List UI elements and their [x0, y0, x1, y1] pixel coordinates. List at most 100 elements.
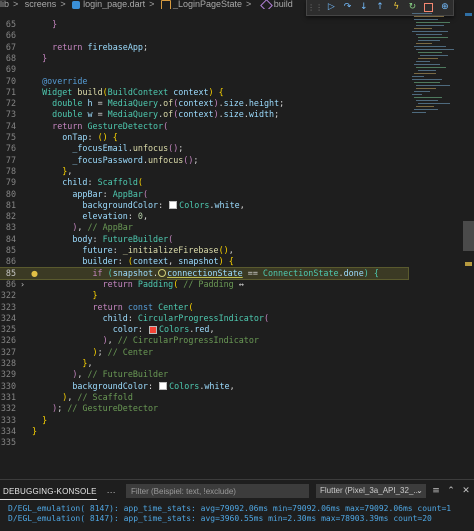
code-line: 82 elevation: 0, — [0, 211, 408, 222]
color-swatch-white[interactable] — [159, 382, 168, 391]
code-line: 80 appBar: AppBar( — [0, 189, 408, 200]
code-line: 65 } — [0, 19, 408, 30]
code-text: child: Scaffold( — [62, 177, 143, 188]
code-text: backgroundColor: Colors.white, — [72, 380, 235, 391]
minimap-line — [416, 34, 442, 35]
code-line: 78 }, — [0, 166, 408, 177]
minimap-line — [414, 97, 442, 98]
breadcrumb-lib[interactable]: lib — [0, 0, 9, 9]
code-text: ); // GestureDetector — [52, 403, 159, 414]
line-number: 66 — [5, 30, 16, 41]
debug-console-panel: DEBUGGING-KONSOLE ··· Flutter (Pixel_3a_… — [0, 479, 474, 531]
minimap-line — [414, 73, 436, 74]
class-icon — [160, 0, 171, 9]
maximize-panel-icon[interactable]: ⌃ — [445, 484, 457, 498]
code-text: ), // FutureBuilder — [72, 369, 169, 380]
code-line: 325 color: Colors.red, — [0, 324, 408, 335]
code-line: 335 — [0, 437, 408, 448]
code-text: color: Colors.red, — [112, 324, 215, 335]
color-swatch-red[interactable] — [149, 325, 157, 334]
code-line: 324 child: CircularProgressIndicator( — [0, 313, 408, 324]
scrollbar-thumb[interactable] — [463, 221, 474, 251]
code-line: 327 ); // Center — [0, 347, 408, 358]
minimap-line — [414, 16, 444, 17]
code-line: 77 _focusPassword.unfocus(); — [0, 155, 408, 166]
breadcrumb-separator: > — [246, 0, 252, 9]
code-text: double h = MediaQuery.of(context).size.h… — [52, 98, 285, 109]
line-number: 83 — [5, 222, 16, 233]
line-number: 334 — [0, 425, 16, 436]
code-text: @override — [42, 75, 88, 86]
minimap-line — [414, 82, 440, 83]
console-line: D/EGL_emulation( 8147): app_time_stats: … — [8, 514, 432, 523]
line-number: 332 — [0, 403, 16, 414]
line-number: 76 — [5, 143, 16, 154]
editor-scrollbar[interactable] — [463, 9, 474, 479]
code-text: }, — [82, 358, 93, 368]
line-number: 69 — [5, 64, 16, 75]
minimap-line — [414, 109, 438, 110]
code-text: _focusEmail.unfocus(); — [72, 143, 184, 154]
code-text: if (snapshot. connectionState == Connecti… — [92, 267, 379, 278]
minimap-line — [418, 40, 440, 41]
color-swatch-white[interactable] — [169, 201, 178, 210]
line-number: 329 — [0, 369, 16, 380]
line-number: 72 — [5, 98, 16, 109]
minimap-line — [416, 100, 438, 101]
code-line: 329 ), // FutureBuilder — [0, 369, 408, 380]
minimap-line — [418, 37, 448, 38]
console-filter-input[interactable] — [126, 484, 309, 498]
minimap-line — [414, 19, 438, 20]
code-line: 330 backgroundColor: Colors.white, — [0, 381, 408, 392]
line-number: 324 — [0, 312, 16, 323]
minimap-line — [418, 58, 438, 59]
line-number: 326 — [0, 335, 16, 346]
minimap[interactable] — [408, 9, 460, 479]
breadcrumb-screens[interactable]: screens — [25, 0, 57, 9]
breadcrumb-method[interactable]: build — [274, 0, 293, 9]
minimap-line — [416, 61, 430, 62]
clear-console-icon[interactable]: ≡ — [430, 484, 442, 498]
tab-debug-console[interactable]: DEBUGGING-KONSOLE — [0, 485, 97, 500]
minimap-line — [416, 88, 436, 89]
line-number: 335 — [0, 437, 16, 448]
code-editor[interactable]: 65 } 66 67 return firebaseApp; 68 } 69 7… — [0, 9, 409, 479]
line-number: 65 — [5, 19, 16, 29]
more-tabs-icon[interactable]: ··· — [107, 487, 116, 497]
code-line: 68 } — [0, 53, 408, 64]
breadcrumb-file[interactable]: login_page.dart — [83, 0, 145, 9]
close-panel-icon[interactable]: ✕ — [460, 484, 472, 498]
minimap-line — [418, 52, 442, 53]
code-line: 86 builder: (context, snapshot) { — [0, 256, 408, 267]
line-number: 85 — [5, 245, 16, 255]
code-line: 332 ); // GestureDetector — [0, 403, 408, 414]
minimap-line — [416, 49, 454, 50]
code-text: ), // CircularProgressIndicator — [102, 335, 259, 346]
console-output[interactable]: D/EGL_emulation( 8147): app_time_stats: … — [0, 504, 474, 524]
minimap-line — [416, 43, 432, 44]
code-line: 72 double h = MediaQuery.of(context).siz… — [0, 98, 408, 109]
line-number: 79 — [5, 177, 16, 188]
code-line: 70 @override — [0, 76, 408, 87]
code-text: ); // Center — [92, 346, 154, 357]
code-line: 326 ), // CircularProgressIndicator — [0, 335, 408, 346]
code-line: 75 onTap: () { — [0, 132, 408, 143]
code-text: future: _initializeFirebase(), — [82, 245, 234, 255]
chevron-right-icon[interactable]: › — [21, 279, 24, 290]
debug-session-select[interactable]: Flutter (Pixel_3a_API_32_... ⌄ — [316, 484, 426, 498]
code-text: elevation: 0, — [82, 211, 148, 222]
minimap-line — [412, 13, 432, 14]
breadcrumb-class[interactable]: _LoginPageState — [173, 0, 242, 9]
minimap-line — [416, 85, 450, 86]
minimap-line — [420, 55, 448, 56]
line-number: 328 — [0, 358, 16, 368]
line-number: 330 — [0, 380, 16, 391]
minimap-line — [418, 70, 436, 71]
dart-file-icon — [72, 1, 81, 9]
line-number: 325 — [0, 324, 16, 335]
minimap-line — [416, 22, 450, 23]
code-text: } — [52, 19, 58, 29]
scroll-position-marker — [465, 13, 472, 16]
code-line: 79 child: Scaffold( — [0, 177, 408, 188]
line-number: 70 — [5, 75, 16, 86]
